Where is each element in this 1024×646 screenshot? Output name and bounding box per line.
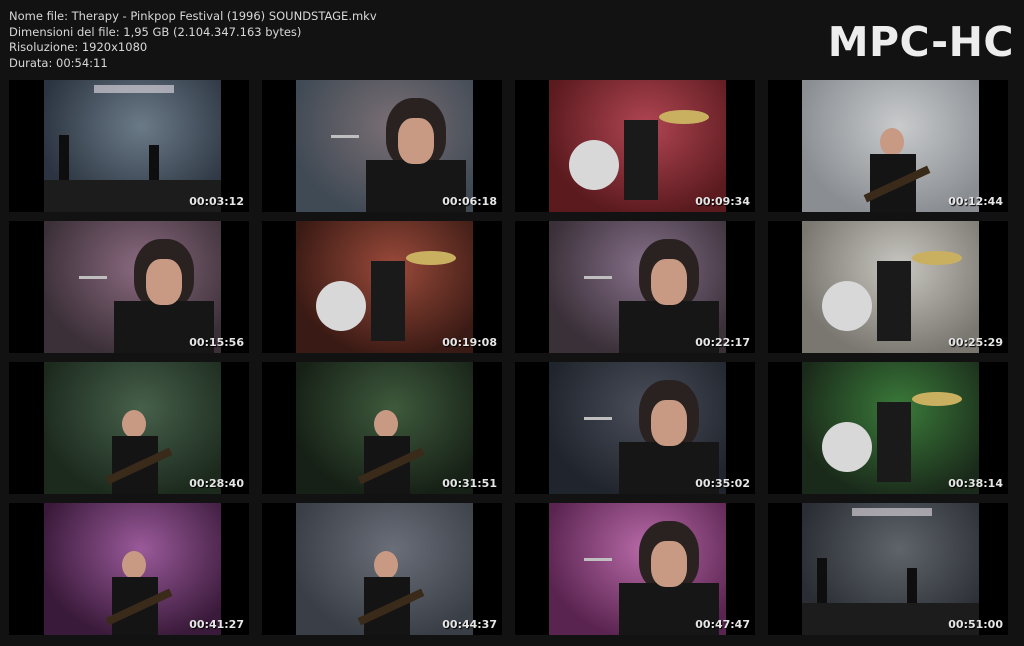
drummer-figure <box>624 120 658 200</box>
thumbnail-2: 00:06:18 <box>262 80 502 212</box>
thumbnail-3: 00:09:34 <box>515 80 755 212</box>
timestamp: 00:28:40 <box>189 477 244 490</box>
file-name-line: Nome file: Therapy - Pinkpop Festival (1… <box>9 9 377 23</box>
thumbnail-10: 00:31:51 <box>262 362 502 494</box>
performer-face <box>651 259 687 305</box>
cymbal <box>406 251 456 265</box>
performer-figure <box>149 145 159 180</box>
video-frame <box>549 362 726 494</box>
thumbnail-8: 00:25:29 <box>768 221 1008 353</box>
thumbnail-12: 00:38:14 <box>768 362 1008 494</box>
drummer-figure <box>877 402 911 482</box>
drum <box>316 281 366 331</box>
thumbnail-15: 00:47:47 <box>515 503 755 635</box>
video-frame <box>296 221 473 353</box>
performer-head <box>122 551 146 579</box>
performer-head <box>374 551 398 579</box>
video-frame <box>802 80 979 212</box>
file-info-panel: Nome file: Therapy - Pinkpop Festival (1… <box>9 9 377 71</box>
thumbnail-1: 00:03:12 <box>9 80 249 212</box>
microphone <box>584 417 612 420</box>
video-frame <box>802 221 979 353</box>
video-frame <box>802 503 979 635</box>
performer-head <box>122 410 146 438</box>
timestamp: 00:09:34 <box>695 195 750 208</box>
video-frame <box>296 80 473 212</box>
video-frame <box>44 503 221 635</box>
cymbal <box>912 251 962 265</box>
video-frame <box>296 503 473 635</box>
thumbnail-6: 00:19:08 <box>262 221 502 353</box>
thumbnail-13: 00:41:27 <box>9 503 249 635</box>
performer-figure <box>59 135 69 180</box>
timestamp: 00:22:17 <box>695 336 750 349</box>
timestamp: 00:44:37 <box>442 618 497 631</box>
timestamp: 00:03:12 <box>189 195 244 208</box>
timestamp: 00:35:02 <box>695 477 750 490</box>
cymbal <box>912 392 962 406</box>
thumbnail-9: 00:28:40 <box>9 362 249 494</box>
performer-face <box>651 400 687 446</box>
thumbnail-14: 00:44:37 <box>262 503 502 635</box>
cymbal <box>659 110 709 124</box>
drummer-figure <box>371 261 405 341</box>
stage-lights <box>852 508 932 516</box>
timestamp: 00:47:47 <box>695 618 750 631</box>
video-frame <box>44 80 221 212</box>
thumbnail-7: 00:22:17 <box>515 221 755 353</box>
microphone <box>331 135 359 138</box>
video-frame <box>44 362 221 494</box>
thumbnail-5: 00:15:56 <box>9 221 249 353</box>
timestamp: 00:41:27 <box>189 618 244 631</box>
thumbnail-16: 00:51:00 <box>768 503 1008 635</box>
performer-face <box>146 259 182 305</box>
performer-figure <box>817 558 827 603</box>
timestamp: 00:19:08 <box>442 336 497 349</box>
timestamp: 00:25:29 <box>948 336 1003 349</box>
performer-head <box>374 410 398 438</box>
timestamp: 00:51:00 <box>948 618 1003 631</box>
resolution-line: Risoluzione: 1920x1080 <box>9 40 148 54</box>
timestamp: 00:12:44 <box>948 195 1003 208</box>
performer-head <box>880 128 904 156</box>
drum <box>822 281 872 331</box>
timestamp: 00:15:56 <box>189 336 244 349</box>
video-frame <box>44 221 221 353</box>
video-frame <box>549 80 726 212</box>
performer-face <box>398 118 434 164</box>
performer-face <box>651 541 687 587</box>
drummer-figure <box>877 261 911 341</box>
thumbnail-11: 00:35:02 <box>515 362 755 494</box>
microphone <box>79 276 107 279</box>
duration-line: Durata: 00:54:11 <box>9 55 108 70</box>
video-frame <box>549 503 726 635</box>
stage-lights <box>94 85 174 93</box>
video-frame <box>296 362 473 494</box>
thumbnail-4: 00:12:44 <box>768 80 1008 212</box>
video-frame <box>802 362 979 494</box>
file-size-line: Dimensioni del file: 1,95 GB (2.104.347.… <box>9 24 302 39</box>
microphone <box>584 276 612 279</box>
drum <box>569 140 619 190</box>
microphone <box>584 558 612 561</box>
video-frame <box>549 221 726 353</box>
mpc-hc-logo: MPC-HC <box>827 18 1014 66</box>
timestamp: 00:31:51 <box>442 477 497 490</box>
performer-figure <box>907 568 917 603</box>
thumbnail-grid: 00:03:12 00:06:18 00:09:34 00:12:44 00:15:56… <box>9 80 1017 640</box>
timestamp: 00:06:18 <box>442 195 497 208</box>
drum <box>822 422 872 472</box>
timestamp: 00:38:14 <box>948 477 1003 490</box>
